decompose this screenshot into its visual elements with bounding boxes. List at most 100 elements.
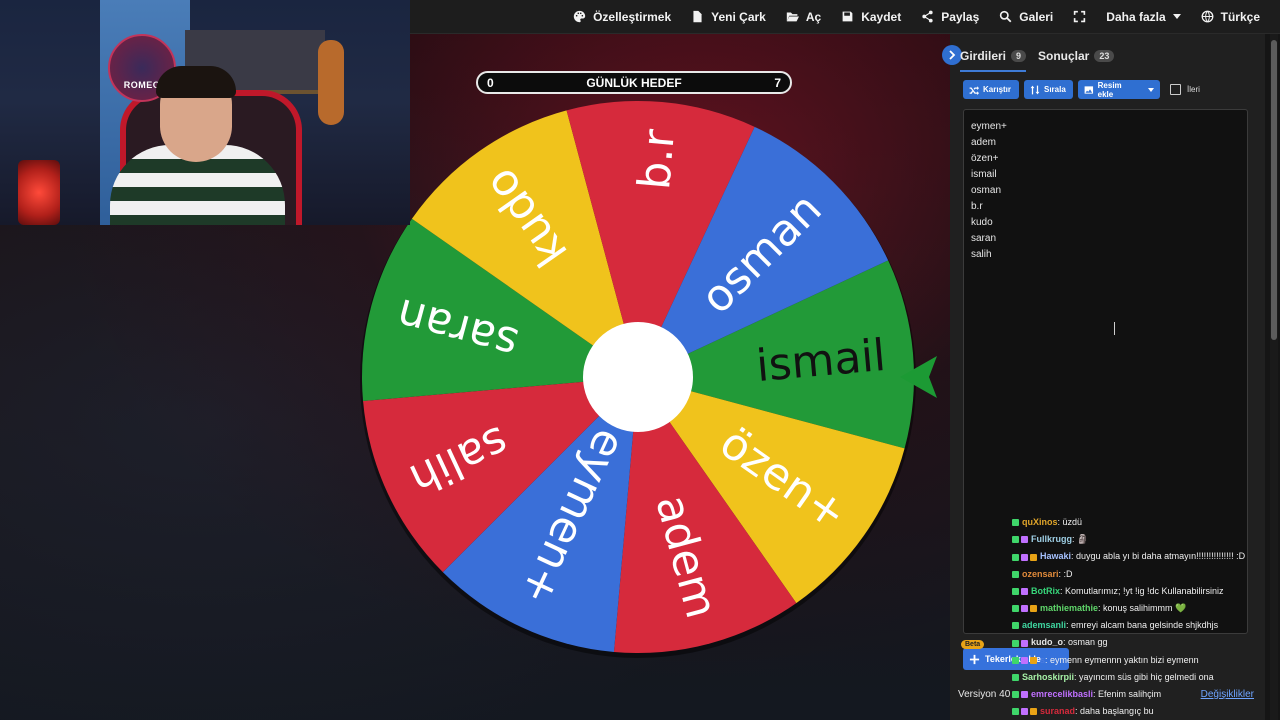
chat-text: : duygu abla yı bi daha atmayın!!!!!!!!!…	[1071, 551, 1246, 562]
entry-line[interactable]: kudo	[971, 215, 1240, 231]
chevron-down-icon	[1148, 87, 1154, 92]
entry-line[interactable]: salih	[971, 247, 1240, 263]
entry-line[interactable]: osman	[971, 183, 1240, 199]
badge-icon	[1030, 605, 1037, 613]
badge-icon	[1021, 656, 1028, 664]
chat-badges	[1012, 536, 1028, 544]
nav-open-label: Aç	[805, 9, 822, 24]
chat-badges	[1012, 708, 1037, 716]
sort-icon	[1030, 85, 1040, 94]
entry-line[interactable]: saran	[971, 231, 1240, 247]
stream-chat-overlay: quXinos : üzdü Fullkrugg : 🗿 Hawaki : duyg…	[1012, 514, 1280, 720]
chat-badges	[1012, 553, 1037, 561]
entry-line[interactable]: adem	[971, 135, 1240, 151]
nav-more[interactable]: Daha fazla	[1106, 10, 1181, 24]
chat-text: : Komutlarımız; !yt !ig !dc Kullanabilir…	[1060, 585, 1224, 596]
chat-message: quXinos : üzdü	[1012, 514, 1280, 531]
shuffle-button[interactable]: Karıştır	[963, 80, 1019, 99]
wheel-center-button[interactable]	[583, 322, 693, 432]
nav-language-label: Türkçe	[1220, 9, 1260, 24]
chat-badges	[1012, 656, 1037, 664]
entry-line[interactable]: b.r	[971, 199, 1240, 215]
palette-icon	[573, 10, 586, 23]
sort-button[interactable]: Sırala	[1024, 80, 1073, 99]
new-file-icon	[693, 10, 702, 23]
badge-icon	[1012, 622, 1019, 630]
folder-open-icon	[786, 12, 799, 22]
checkbox-box[interactable]	[1170, 84, 1181, 95]
chat-username: ozensari	[1022, 568, 1059, 579]
advanced-checkbox[interactable]: İleri	[1170, 84, 1200, 95]
nav-save-label: Kaydet	[861, 9, 902, 24]
chat-username: kudo_o	[1031, 637, 1064, 648]
beta-badge: Beta	[961, 640, 985, 649]
nav-gallery[interactable]: Galeri	[999, 10, 1053, 24]
chat-text: : :D	[1058, 568, 1073, 579]
chat-message: ozensari : :D	[1012, 566, 1280, 583]
entry-line[interactable]: eymen+	[971, 119, 1240, 135]
chat-username: mathiemathie	[1040, 603, 1099, 614]
badge-icon	[1021, 587, 1028, 595]
webcam-lamp	[18, 160, 60, 225]
badge-icon	[1012, 673, 1019, 681]
advanced-label: İleri	[1187, 85, 1200, 94]
chevron-down-icon	[1172, 14, 1181, 19]
image-icon	[1084, 85, 1094, 94]
fullscreen-icon	[1074, 10, 1086, 23]
nav-fullscreen[interactable]	[1073, 10, 1086, 23]
badge-icon	[1012, 708, 1019, 716]
chat-username: BotRix	[1031, 585, 1060, 596]
badge-icon	[1030, 708, 1037, 716]
add-image-button[interactable]: Resim ekle	[1078, 80, 1160, 99]
chat-badges	[1012, 570, 1019, 578]
chat-text: : yayıncım süs gibi hiç gelmedi ona	[1074, 671, 1214, 682]
goal-target: 7	[774, 75, 781, 90]
badge-icon	[1021, 691, 1028, 699]
nav-open[interactable]: Aç	[786, 10, 821, 24]
scrollbar-thumb[interactable]	[1271, 40, 1277, 340]
nav-customize-label: Özelleştirmek	[593, 9, 672, 24]
chat-text: : 🗿	[1072, 534, 1089, 545]
nav-share[interactable]: Paylaş	[921, 10, 979, 24]
results-count-badge: 23	[1094, 50, 1115, 62]
chat-message: Fullkrugg : 🗿	[1012, 531, 1280, 548]
chat-message: kudo_o : osman gg	[1012, 634, 1280, 651]
chat-message: mathiemathie : konuş salihimmm 💚	[1012, 600, 1280, 617]
tab-entries[interactable]: Girdileri 9	[960, 42, 1027, 72]
chat-text: : Efenim salihçim	[1093, 689, 1162, 700]
chat-message: emrecelikbasli : Efenim salihçim	[1012, 686, 1280, 703]
add-image-label: Resim ekle	[1097, 80, 1122, 99]
chat-badges	[1012, 639, 1028, 647]
webcam-overlay: ROMEO	[0, 0, 410, 225]
chat-message: Hawaki : duygu abla yı bi daha atmayın!!…	[1012, 548, 1280, 565]
webcam-person-hair	[156, 66, 236, 98]
tab-results[interactable]: Sonuçlar 23	[1038, 42, 1115, 70]
nav-gallery-label: Galeri	[1019, 9, 1054, 24]
chat-text: : üzdü	[1057, 517, 1083, 527]
chat-message: suranad : daha başlangıç bu	[1012, 703, 1280, 720]
entries-count-badge: 9	[1011, 50, 1027, 62]
nav-language[interactable]: Türkçe	[1201, 10, 1260, 24]
chat-badges	[1012, 587, 1028, 595]
chat-username: ademsanli	[1022, 620, 1067, 631]
entry-line[interactable]: ismail	[971, 167, 1240, 183]
shuffle-label: Karıştır	[983, 85, 1012, 94]
chat-message: Sarhoskirpii : yayıncım süs gibi hiç gel…	[1012, 669, 1280, 686]
chat-username: quXinos	[1022, 517, 1058, 527]
badge-icon	[1012, 519, 1019, 527]
chat-badges	[1012, 673, 1019, 681]
chat-badges	[1012, 622, 1019, 630]
nav-new-wheel[interactable]: Yeni Çark	[691, 10, 766, 24]
badge-icon	[1012, 656, 1019, 664]
entry-line[interactable]: özen+	[971, 151, 1240, 167]
nav-save[interactable]: Kaydet	[841, 10, 901, 24]
nav-share-label: Paylaş	[941, 9, 980, 24]
spin-wheel[interactable]: ismailözen+ademeymen+salihsarankudo b.ros…	[355, 94, 937, 660]
nav-customize[interactable]: Özelleştirmek	[573, 10, 671, 24]
badge-icon	[1030, 553, 1037, 561]
chat-text: : konuş salihimmm 💚	[1098, 603, 1187, 614]
chat-message: BotRix : Komutlarımız; !yt !ig !dc Kulla…	[1012, 583, 1280, 600]
chat-text: : emreyi alcam bana gelsinde shjkdhjs	[1066, 620, 1219, 631]
badge-icon	[1021, 553, 1028, 561]
chat-badges	[1012, 519, 1019, 527]
